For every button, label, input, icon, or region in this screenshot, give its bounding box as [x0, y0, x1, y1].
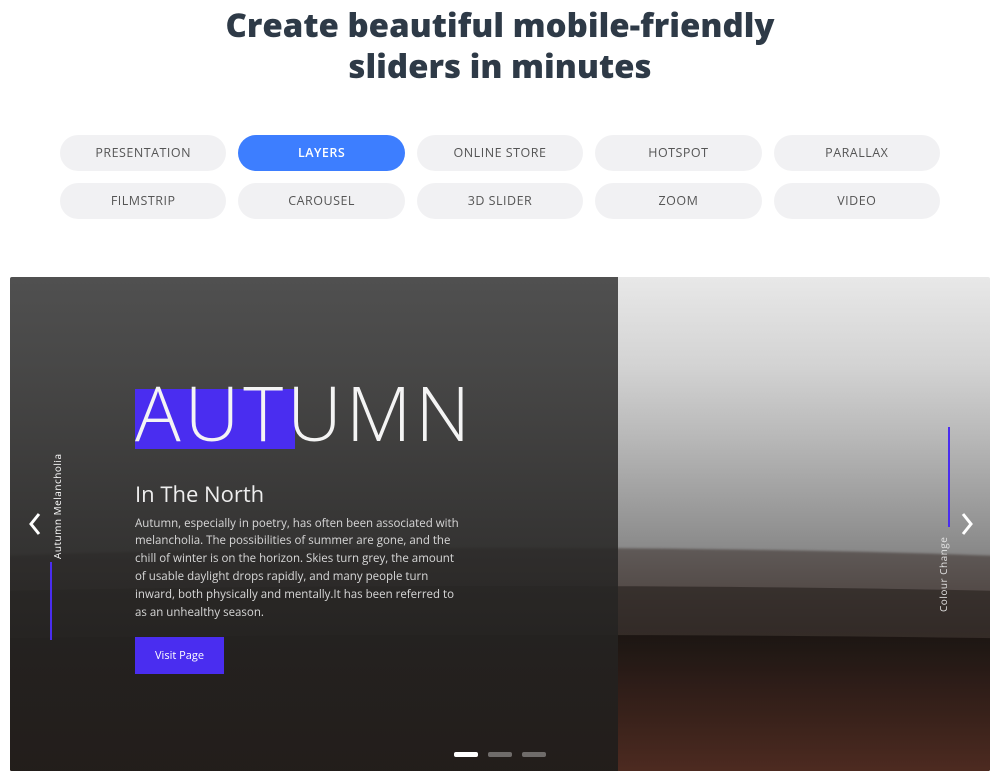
- slide-body-text: Autumn, especially in poetry, has often …: [135, 515, 465, 622]
- tab-layers[interactable]: LAYERS: [238, 135, 404, 171]
- pager-dot-1[interactable]: [454, 752, 478, 757]
- next-slide-accent: [948, 427, 950, 527]
- tab-3d-slider[interactable]: 3D SLIDER: [417, 183, 583, 219]
- tab-parallax[interactable]: PARALLAX: [774, 135, 940, 171]
- tab-hotspot[interactable]: HOTSPOT: [595, 135, 761, 171]
- tab-presentation[interactable]: PRESENTATION: [60, 135, 226, 171]
- pager-dot-3[interactable]: [522, 752, 546, 757]
- visit-page-button[interactable]: Visit Page: [135, 637, 224, 674]
- slider-preview: AUTUMN In The North Autumn, especially i…: [10, 277, 990, 771]
- slide-subtitle: In The North: [135, 479, 264, 509]
- slider-type-tabs: PRESENTATION LAYERS ONLINE STORE HOTSPOT…: [60, 135, 940, 219]
- prev-slide-accent: [50, 562, 52, 640]
- slide-text-panel: AUTUMN In The North Autumn, especially i…: [10, 277, 618, 771]
- pager-dot-2[interactable]: [488, 752, 512, 757]
- slide-title-wrap: AUTUMN: [135, 375, 608, 451]
- slide-pager: [10, 752, 990, 757]
- next-slide-label: Colour Change: [936, 532, 950, 612]
- next-arrow-button[interactable]: [952, 509, 982, 539]
- prev-arrow-button[interactable]: [20, 509, 50, 539]
- headline-line2: sliders in minutes: [348, 43, 651, 88]
- prev-slide-label: Autumn Melancholia: [50, 439, 64, 559]
- slide-title: AUTUMN: [135, 375, 608, 451]
- tab-video[interactable]: VIDEO: [774, 183, 940, 219]
- tab-online-store[interactable]: ONLINE STORE: [417, 135, 583, 171]
- hero-headline: Create beautiful mobile-friendly sliders…: [0, 0, 1000, 87]
- headline-line1: Create beautiful mobile-friendly: [225, 2, 774, 47]
- chevron-left-icon: [25, 511, 45, 537]
- tab-carousel[interactable]: CAROUSEL: [238, 183, 404, 219]
- chevron-right-icon: [957, 511, 977, 537]
- tab-zoom[interactable]: ZOOM: [595, 183, 761, 219]
- tab-filmstrip[interactable]: FILMSTRIP: [60, 183, 226, 219]
